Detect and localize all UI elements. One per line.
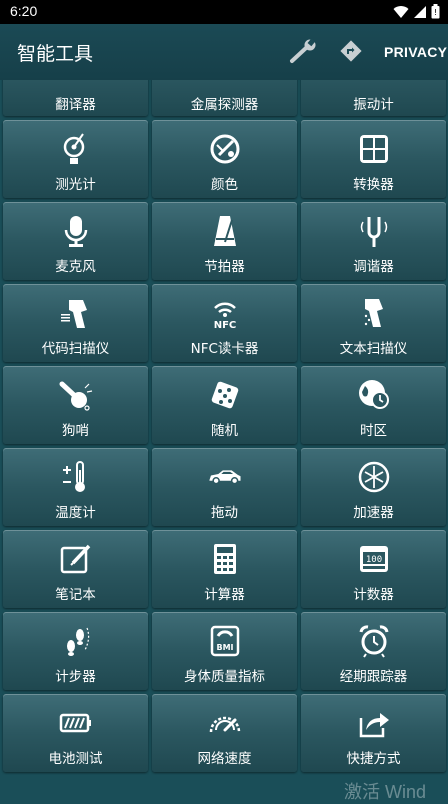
tile-metronome[interactable]: 节拍器 <box>152 202 297 280</box>
tile-label: 随机 <box>211 423 238 439</box>
metronome-icon <box>208 214 242 248</box>
tile-drag[interactable]: 拖动 <box>152 448 297 526</box>
bmi-icon: BMI <box>208 624 242 658</box>
tile-barcode-scanner[interactable]: 代码扫描仪 <box>3 284 148 362</box>
tools-grid-viewport[interactable]: 翻译器 金属探测器 振动计 测光计 颜色 转换器 麦克风 节拍器 调谐器 代码扫… <box>0 80 448 796</box>
tile-random[interactable]: 随机 <box>152 366 297 444</box>
wrench-icon[interactable] <box>288 39 320 65</box>
notebook-icon <box>59 542 93 576</box>
tuning-fork-icon <box>357 214 391 248</box>
tile-dog-whistle[interactable]: 狗哨 <box>3 366 148 444</box>
converter-icon <box>357 132 391 166</box>
microphone-icon <box>59 214 93 248</box>
battery-icon <box>59 706 93 740</box>
privacy-button[interactable]: PRIVACY <box>384 44 447 60</box>
tile-period-tracker[interactable]: 经期跟踪器 <box>301 612 446 690</box>
car-icon <box>208 460 242 494</box>
status-bar: 6:20 ! <box>0 0 448 24</box>
tile-label: 快捷方式 <box>346 751 401 767</box>
tile-thermometer[interactable]: 温度计 <box>3 448 148 526</box>
signal-icon <box>414 5 426 18</box>
thermometer-icon <box>59 460 93 494</box>
tile-microphone[interactable]: 麦克风 <box>3 202 148 280</box>
tile-label: 计步器 <box>55 669 96 685</box>
tile-label: 麦克风 <box>55 259 96 275</box>
tile-label: 时区 <box>360 423 387 439</box>
tile-network-speed[interactable]: 网络速度 <box>152 694 297 772</box>
color-icon <box>208 132 242 166</box>
activation-watermark: 激活 Wind <box>344 782 427 802</box>
svg-text:BMI: BMI <box>216 643 233 652</box>
timezone-icon <box>357 378 391 412</box>
tile-notebook[interactable]: 笔记本 <box>3 530 148 608</box>
alarm-clock-icon <box>357 624 391 658</box>
tile-label: 温度计 <box>55 505 96 521</box>
tools-grid: 翻译器 金属探测器 振动计 测光计 颜色 转换器 麦克风 节拍器 调谐器 代码扫… <box>3 80 446 772</box>
app-bar: 智能工具 PRIVACY <box>0 24 448 80</box>
directions-icon[interactable] <box>340 40 362 62</box>
tile-label: 节拍器 <box>204 259 245 275</box>
dice-icon <box>208 378 242 412</box>
status-icons: ! <box>393 4 440 19</box>
status-time: 6:20 <box>10 3 38 19</box>
calculator-icon <box>208 542 242 576</box>
share-icon <box>357 706 391 740</box>
tile-label: 电池测试 <box>48 751 103 767</box>
footsteps-icon <box>59 624 93 658</box>
tile-label: 身体质量指标 <box>184 669 265 685</box>
tile-label: 振动计 <box>353 97 394 113</box>
tile-label: 翻译器 <box>55 97 96 113</box>
tile-label: 网络速度 <box>197 751 252 767</box>
tile-label: 加速器 <box>353 505 394 521</box>
tile-calculator[interactable]: 计算器 <box>152 530 297 608</box>
speedometer-icon <box>208 706 242 740</box>
tile-counter[interactable]: 100 计数器 <box>301 530 446 608</box>
svg-text:NFC: NFC <box>213 320 236 330</box>
app-title: 智能工具 <box>17 43 94 65</box>
barcode-scanner-icon <box>59 296 93 330</box>
tile-label: 计数器 <box>353 587 394 603</box>
tile-light-meter[interactable]: 测光计 <box>3 120 148 198</box>
tile-metal-detector[interactable]: 金属探测器 <box>152 80 297 116</box>
counter-icon: 100 <box>357 542 391 576</box>
tile-color[interactable]: 颜色 <box>152 120 297 198</box>
tile-vibrometer[interactable]: 振动计 <box>301 80 446 116</box>
tile-label: 计算器 <box>204 587 245 603</box>
tile-translator[interactable]: 翻译器 <box>3 80 148 116</box>
tile-text-scanner[interactable]: 文本扫描仪 <box>301 284 446 362</box>
tile-label: 经期跟踪器 <box>339 669 408 685</box>
tile-label: 代码扫描仪 <box>41 341 110 357</box>
tile-tuner[interactable]: 调谐器 <box>301 202 446 280</box>
tile-accelerometer[interactable]: 加速器 <box>301 448 446 526</box>
tile-label: 文本扫描仪 <box>339 341 408 357</box>
accelerometer-icon <box>357 460 391 494</box>
dog-whistle-icon <box>59 378 93 412</box>
tile-converter[interactable]: 转换器 <box>301 120 446 198</box>
tile-label: 调谐器 <box>353 259 394 275</box>
tile-timezone[interactable]: 时区 <box>301 366 446 444</box>
svg-text:!: ! <box>434 8 437 17</box>
tile-label: 狗哨 <box>62 423 89 439</box>
tile-label: 测光计 <box>55 177 96 193</box>
light-meter-icon <box>59 132 93 166</box>
nfc-icon: NFC <box>208 296 242 330</box>
svg-text:100: 100 <box>365 555 381 565</box>
tile-pedometer[interactable]: 计步器 <box>3 612 148 690</box>
tile-bmi[interactable]: BMI 身体质量指标 <box>152 612 297 690</box>
tile-label: 笔记本 <box>55 587 96 603</box>
text-scanner-icon <box>357 296 391 330</box>
tile-label: 拖动 <box>211 505 238 521</box>
tile-label: 颜色 <box>211 177 238 193</box>
tile-label: 转换器 <box>353 177 394 193</box>
tile-shortcut[interactable]: 快捷方式 <box>301 694 446 772</box>
tile-battery-test[interactable]: 电池测试 <box>3 694 148 772</box>
wifi-icon <box>393 5 409 18</box>
tile-nfc-reader[interactable]: NFC NFC读卡器 <box>152 284 297 362</box>
battery-status-icon: ! <box>431 4 440 19</box>
tile-label: NFC读卡器 <box>190 341 259 357</box>
tile-label: 金属探测器 <box>190 97 259 113</box>
